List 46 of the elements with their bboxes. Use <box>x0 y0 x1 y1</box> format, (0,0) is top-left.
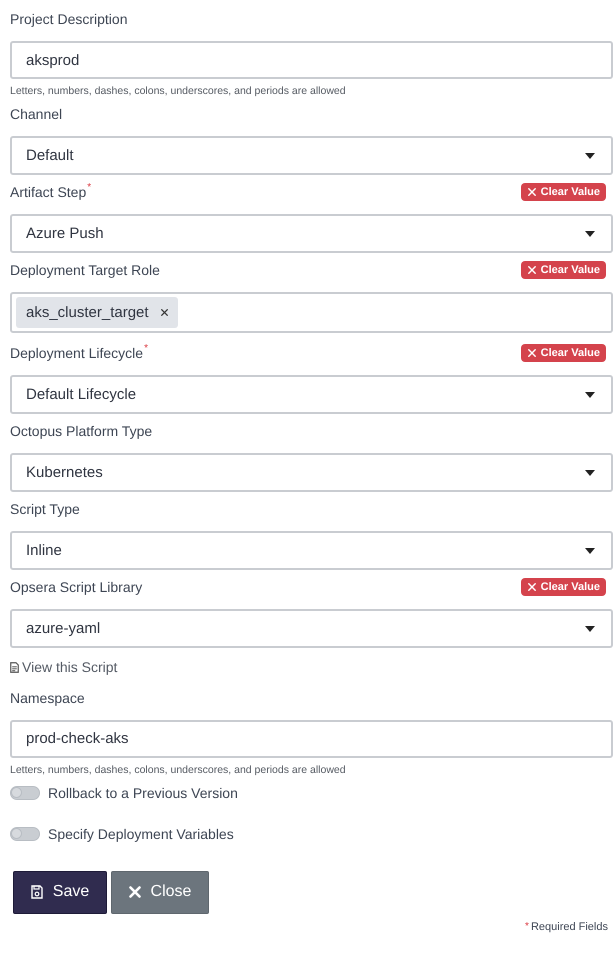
toggle-label: Rollback to a Previous Version <box>48 784 238 800</box>
toggle-switch[interactable] <box>10 786 40 800</box>
field-label: Deployment Lifecycle$^{*}$ <box>10 345 148 361</box>
field-label: Octopus Platform Type <box>10 423 152 439</box>
clear-value-button[interactable]: Clear Value <box>520 578 606 596</box>
help-text: Letters, numbers, dashes, colons, underscores, and periods are allowed <box>10 85 346 97</box>
help-text: Letters, numbers, dashes, colons, underscores, and periods are allowed <box>10 764 346 776</box>
field-label: Deployment Target Role <box>10 262 160 278</box>
caret-down-icon <box>585 548 595 554</box>
text-input[interactable]: prod-check-aks <box>10 720 613 758</box>
field-label: Script Type <box>10 501 80 517</box>
field-label: Namespace <box>10 690 85 706</box>
caret-down-icon <box>585 626 595 632</box>
select-dropdown[interactable]: Default Lifecycle <box>10 375 613 414</box>
file-icon <box>10 662 19 672</box>
field-label: Project Description <box>10 11 128 27</box>
caret-down-icon <box>585 470 595 476</box>
close-icon <box>528 188 536 196</box>
toggle-switch[interactable] <box>10 826 40 840</box>
clear-value-button[interactable]: Clear Value <box>520 183 606 201</box>
view-script-link[interactable]: View this Script <box>10 659 118 675</box>
field-label: Opsera Script Library <box>10 579 142 595</box>
clear-value-button[interactable]: Clear Value <box>520 261 606 279</box>
save-icon <box>30 885 43 899</box>
select-dropdown[interactable]: Default <box>10 136 613 175</box>
select-dropdown[interactable]: azure-yaml <box>10 609 613 648</box>
close-icon <box>528 266 536 274</box>
close-icon <box>528 583 536 591</box>
close-icon <box>528 349 536 357</box>
save-button[interactable]: Save <box>13 870 107 914</box>
close-icon <box>128 886 141 898</box>
select-dropdown[interactable]: Inline <box>10 531 613 570</box>
tag-chip[interactable]: aks_cluster_target <box>16 297 178 328</box>
caret-down-icon <box>585 230 595 236</box>
caret-down-icon <box>585 392 595 398</box>
caret-down-icon <box>585 152 595 158</box>
select-dropdown[interactable]: Kubernetes <box>10 453 613 492</box>
toggle-label: Specify Deployment Variables <box>48 826 234 842</box>
close-icon[interactable] <box>160 309 168 316</box>
tag-input[interactable]: aks_cluster_target <box>10 292 613 333</box>
field-label: Artifact Step$^{*}$ <box>10 184 92 200</box>
text-input[interactable]: aksprod <box>10 41 613 79</box>
field-label: Channel <box>10 106 62 122</box>
close-button[interactable]: Close <box>111 870 209 914</box>
select-dropdown[interactable]: Azure Push <box>10 214 613 253</box>
clear-value-button[interactable]: Clear Value <box>520 344 606 362</box>
